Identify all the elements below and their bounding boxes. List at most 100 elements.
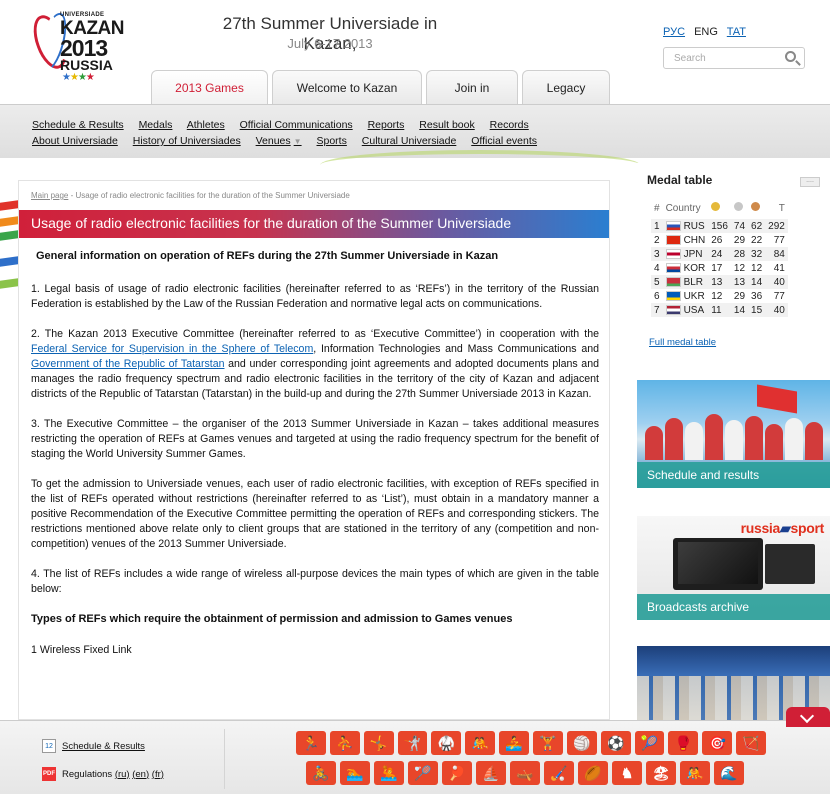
universiade-logo[interactable]: UNIVERSIADE KAZAN 2013 RUSSIA ★★★★	[27, 10, 136, 83]
sport-judo-icon[interactable]: 🥋	[431, 731, 462, 755]
search-input[interactable]: Search	[663, 47, 805, 69]
footer-regulations-item: PDF Regulations (ru) (en) (fr)	[42, 767, 164, 781]
schedule-results-promo[interactable]: Schedule and results	[637, 380, 830, 488]
country-flag-icon	[665, 234, 681, 245]
nav-medals[interactable]: Medals	[139, 119, 173, 131]
tatarstan-government-link[interactable]: Government of the Republic of Tatarstan	[31, 358, 225, 370]
nav-official-communications[interactable]: Official Communications	[240, 119, 353, 131]
medal-table-widget: Medal table .... # Country T 1 RUS 156 74 62…	[637, 163, 830, 353]
russia-sport-logo: russia▰sport	[740, 520, 825, 536]
footer-schedule-link[interactable]: Schedule & Results	[62, 741, 145, 752]
sport-weightlifting-icon[interactable]: 🏋	[533, 731, 563, 755]
promo-caption-broadcasts: Broadcasts archive	[637, 594, 830, 620]
sport-fencing-icon[interactable]: 🤺	[397, 731, 428, 755]
medal-bronze-count: 36	[751, 290, 763, 302]
breadcrumb-home-link[interactable]: Main page	[31, 191, 68, 200]
sport-athletics-icon[interactable]: 🏃	[296, 731, 326, 755]
sport-boxing-icon[interactable]: 🥊	[668, 731, 699, 755]
nav-athletes[interactable]: Athletes	[187, 119, 225, 131]
nav-about-universiade[interactable]: About Universiade	[32, 135, 118, 147]
sport-canoe-icon[interactable]: 🛶	[510, 761, 540, 785]
sport-rugby-icon[interactable]: 🏉	[578, 761, 608, 785]
tab-join-in[interactable]: Join in	[426, 70, 518, 104]
more-options-icon[interactable]: ....	[800, 177, 820, 187]
sport-chess-icon[interactable]: ♞	[612, 761, 642, 785]
medal-total-count: 77	[773, 234, 785, 246]
full-medal-table-link[interactable]: Full medal table	[649, 337, 716, 348]
sport-hockey-icon[interactable]: 🏑	[544, 761, 574, 785]
sport-football-icon[interactable]: ⚽	[600, 731, 631, 755]
nav-schedule-results[interactable]: Schedule & Results	[32, 119, 124, 131]
nav-sports[interactable]: Sports	[317, 135, 347, 147]
article-subheading-2: Types of REFs which require the obtainme…	[31, 613, 513, 626]
russia-sport-logo-a: russia	[740, 520, 781, 536]
medal-row: 7 USA 11 14 15 40	[651, 303, 788, 317]
promo-caption-schedule: Schedule and results	[637, 462, 830, 488]
nav-reports[interactable]: Reports	[368, 119, 405, 131]
nav-official-events[interactable]: Official events	[471, 135, 537, 147]
sport-volleyball-icon[interactable]: 🏐	[566, 731, 597, 755]
tab-welcome-to-kazan[interactable]: Welcome to Kazan	[272, 70, 422, 104]
lang-tat-link[interactable]: TAT	[727, 26, 746, 38]
regulations-en-link[interactable]: (en)	[132, 769, 149, 780]
col-bronze	[748, 197, 765, 219]
sport-badminton-icon[interactable]: 🏸	[408, 761, 438, 785]
sport-table-tennis-icon[interactable]: 🏓	[442, 761, 472, 785]
paragraph-1: 1. Legal basis of usage of radio electro…	[31, 282, 599, 310]
sport-wrestling-icon[interactable]: 🤼	[465, 731, 496, 755]
sport-cycling-icon[interactable]: 🚴	[306, 761, 336, 785]
search-placeholder: Search	[674, 53, 706, 64]
country-flag-icon	[665, 220, 681, 231]
sport-sailing-icon[interactable]: ⛵	[476, 761, 506, 785]
sport-sambo-icon[interactable]: 🤼	[680, 761, 710, 785]
nav-records[interactable]: Records	[490, 119, 529, 131]
page-title: Usage of radio electronic facilities for…	[31, 215, 512, 231]
sport-gymnastics-icon[interactable]: 🤸	[363, 731, 394, 755]
sport-synchro-icon[interactable]: 🌊	[714, 761, 744, 785]
lang-ru-link[interactable]: РУС	[663, 26, 685, 38]
breadcrumb: Main page - Usage of radio electronic fa…	[31, 191, 350, 200]
regulations-label: Regulations	[62, 768, 113, 780]
medal-total-count: 84	[765, 247, 788, 261]
regulations-fr-link[interactable]: (fr)	[152, 769, 164, 780]
bottom-panel: 12 Schedule & Results PDF Regulations (r…	[0, 707, 830, 794]
sport-basketball-icon[interactable]: ⛹	[329, 731, 360, 755]
nav-result-book[interactable]: Result book	[419, 119, 474, 131]
nav-history[interactable]: History of Universiades	[133, 135, 241, 147]
medal-row: 2 CHN 26 29 22 77	[651, 233, 788, 247]
search-icon[interactable]	[785, 51, 796, 62]
logo-text-russia: RUSSIA	[60, 57, 113, 73]
nav-cultural-universiade[interactable]: Cultural Universiade	[362, 135, 457, 147]
paragraph-5: 4. The list of REFs includes a wide rang…	[31, 568, 599, 596]
decorative-stripes	[0, 160, 18, 490]
nav-venues[interactable]: Venues ▼	[256, 135, 302, 147]
article-body: General information on operation of REFs…	[31, 249, 599, 673]
sport-pictograms-row-1: 🏃 ⛹ 🤸 🤺 🥋 🤼 🚣 🏋 🏐 ⚽ 🎾 🥊 🎯 🏹	[296, 731, 767, 755]
tab-legacy[interactable]: Legacy	[522, 70, 610, 104]
nav-row-1: Schedule & Results Medals Athletes Offic…	[32, 119, 541, 131]
nav-row-2: About Universiade History of Universiade…	[32, 135, 549, 147]
country-code: UKR	[683, 290, 705, 302]
sport-beach-volley-icon[interactable]: 🏖	[646, 761, 676, 785]
medal-table-body: 1 RUS 156 74 62 292 2 CHN 26 29 22 77 3 JPN 24 28 32 84 4 K…	[651, 219, 788, 317]
sport-tennis-icon[interactable]: 🎾	[634, 731, 665, 755]
collapse-panel-button[interactable]	[786, 707, 830, 727]
country-code: CHN	[683, 234, 706, 246]
country-flag-icon	[665, 304, 681, 315]
medal-gold-count: 24	[708, 247, 731, 261]
lang-en-current: ENG	[694, 26, 718, 38]
sport-rowing-icon[interactable]: 🚣	[499, 731, 530, 755]
regulations-ru-link[interactable]: (ru)	[115, 769, 130, 780]
federal-service-link[interactable]: Federal Service for Supervision in the S…	[31, 343, 313, 355]
col-total: T	[778, 202, 785, 214]
sport-shooting-icon[interactable]: 🎯	[702, 731, 733, 755]
broadcasts-archive-promo[interactable]: russia▰sport Broadcasts archive	[637, 516, 830, 620]
medal-row: 3 JPN 24 28 32 84	[651, 247, 788, 261]
tab-2013-games[interactable]: 2013 Games	[151, 70, 268, 104]
sport-diving-icon[interactable]: 🤽	[374, 761, 404, 785]
sport-archery-icon[interactable]: 🏹	[736, 731, 767, 755]
medal-rank: 5	[651, 275, 663, 289]
medal-table: # Country T 1 RUS 156 74 62 292 2 CHN 26 29 22 77 3 J…	[651, 197, 788, 317]
footer-schedule-item: 12 Schedule & Results	[42, 739, 145, 753]
sport-swimming-icon[interactable]: 🏊	[340, 761, 370, 785]
